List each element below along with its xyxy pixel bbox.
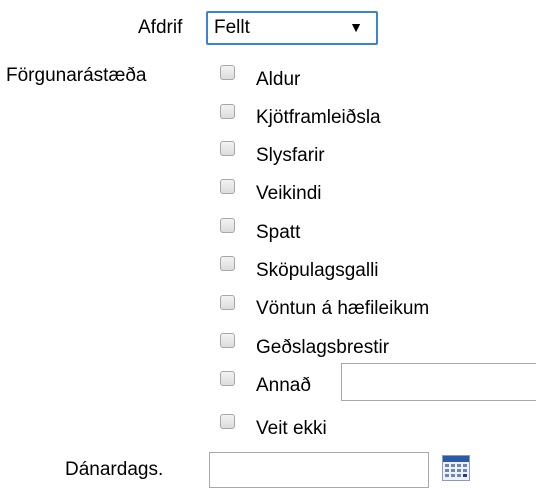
afdrif-label: Afdrif [138,17,183,38]
checkbox-spatt[interactable] [220,218,235,233]
danardags-label: Dánardags. [65,459,164,480]
checkbox-veit-ekki[interactable] [220,414,235,429]
checkbox-skopulagsgalli[interactable] [220,256,235,271]
option-label: Kjötframleiðsla [256,107,381,128]
checkbox-slysfarir[interactable] [220,141,235,156]
danardags-date-input[interactable] [209,452,429,488]
calendar-icon[interactable] [442,455,470,481]
checkbox-veikindi[interactable] [220,179,235,194]
option-label: Aldur [256,69,301,90]
option-label: Veit ekki [256,418,327,439]
option-label: Annað [256,375,311,396]
checkbox-aldur[interactable] [220,65,235,80]
forgunarastaeda-label: Förgunarástæða [6,65,147,86]
checkbox-vontun-a-haefileikum[interactable] [220,295,235,310]
checkbox-kjotframleidsla[interactable] [220,104,235,119]
option-label: Spatt [256,222,301,243]
option-label: Sköpulagsgalli [256,260,379,281]
option-label: Geðslagsbrestir [256,337,390,358]
chevron-down-icon[interactable]: ▼ [346,15,366,39]
checkbox-annad[interactable] [220,371,235,386]
option-label: Slysfarir [256,145,325,166]
option-label: Vöntun á hæfileikum [256,298,430,319]
annad-text-input[interactable] [341,363,536,401]
checkbox-gedslagsbrestir[interactable] [220,333,235,348]
afdrif-select-value: Fellt [214,17,250,38]
option-label: Veikindi [256,183,322,204]
